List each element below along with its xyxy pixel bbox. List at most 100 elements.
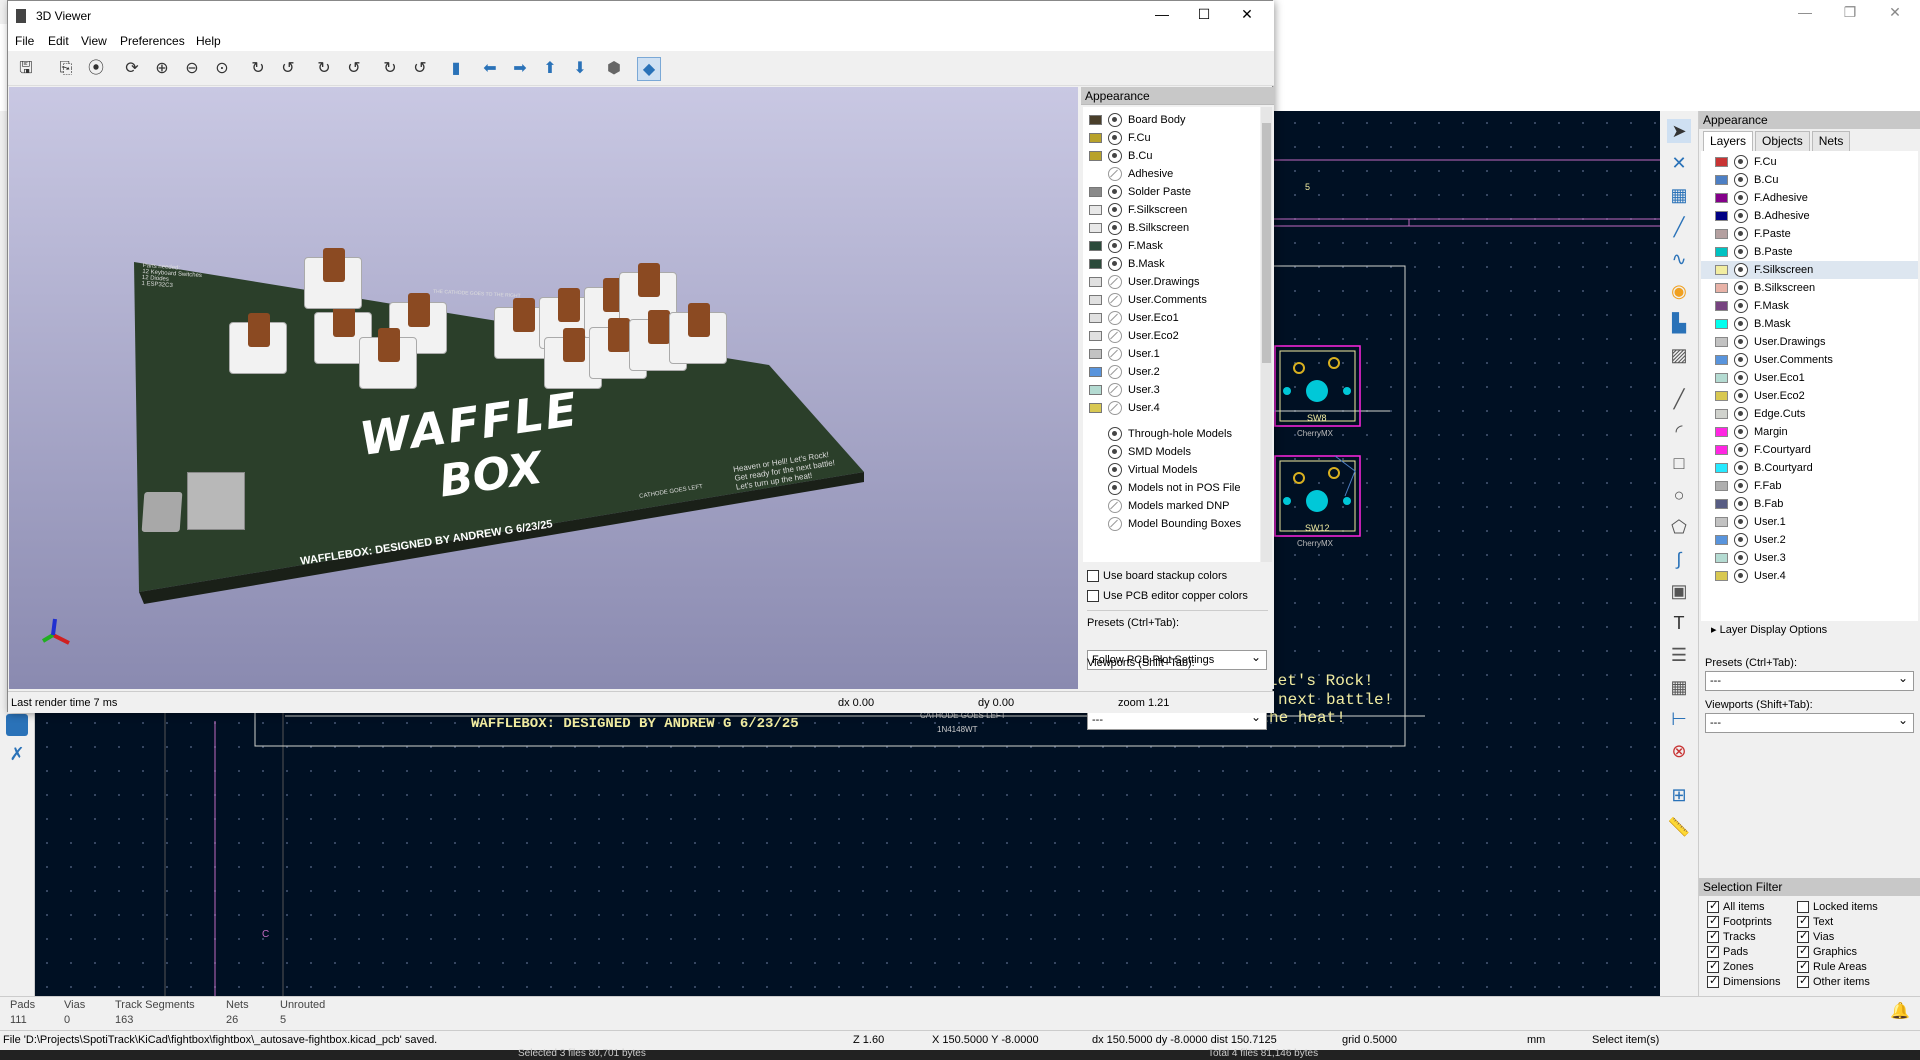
tune-length-icon[interactable]: ∿ [1667,247,1691,271]
layer-row[interactable]: User.4 [1701,567,1918,585]
rotate-y-cw-icon[interactable]: ↻ [312,57,336,81]
layer-row[interactable]: F.Cu [1701,153,1918,171]
layer-color-swatch[interactable] [1715,157,1728,167]
layer-color-swatch[interactable] [1715,517,1728,527]
layer-row[interactable]: User.1 [1701,513,1918,531]
draw-polygon-icon[interactable]: ⬠ [1667,515,1691,539]
filter-item[interactable]: Text [1797,914,1833,929]
eye-icon[interactable] [1734,335,1748,349]
viewer-layer-row[interactable]: Board Body [1089,111,1185,129]
eye-icon[interactable] [1108,221,1122,235]
layer-color-swatch[interactable] [1715,283,1728,293]
filter-item[interactable]: Rule Areas [1797,959,1867,974]
zoom-out-icon[interactable]: ⊖ [180,57,204,81]
select-arrow-icon[interactable]: ➤ [1667,119,1691,143]
viewer-layer-row[interactable]: User.1 [1089,345,1160,363]
viewer-layer-swatch[interactable] [1089,277,1102,287]
layer-row[interactable]: F.Mask [1701,297,1918,315]
viewer-layer-swatch[interactable] [1089,241,1102,251]
draw-circle-icon[interactable]: ○ [1667,483,1691,507]
viewer-layer-row[interactable]: F.Silkscreen [1089,201,1187,219]
layer-row[interactable]: B.Fab [1701,495,1918,513]
move-right-icon[interactable]: ➡ [508,57,532,81]
layer-color-swatch[interactable] [1715,535,1728,545]
eye-icon[interactable] [1734,479,1748,493]
viewer-layer-swatch[interactable] [1089,313,1102,323]
eye-icon[interactable] [1734,299,1748,313]
rotate-x-cw-icon[interactable]: ↻ [246,57,270,81]
viewer-layer-swatch[interactable] [1089,259,1102,269]
add-footprint-icon[interactable]: ▦ [1667,183,1691,207]
rotate-z-ccw-icon[interactable]: ↺ [408,57,432,81]
eye-icon[interactable] [1734,389,1748,403]
layer-color-swatch[interactable] [1715,463,1728,473]
layer-row[interactable]: B.Cu [1701,171,1918,189]
local-ratsnest-icon[interactable]: ✕ [1667,151,1691,175]
viewer-layer-row[interactable]: B.Silkscreen [1089,219,1189,237]
viewer-layer-row[interactable]: B.Cu [1089,147,1152,165]
layer-row[interactable]: User.Eco1 [1701,369,1918,387]
viewer-layer-row[interactable]: F.Mask [1089,237,1163,255]
tab-layers[interactable]: Layers [1703,131,1754,151]
eye-icon[interactable] [1108,481,1122,495]
layer-color-swatch[interactable] [1715,301,1728,311]
viewer-layer-swatch[interactable] [1089,115,1102,125]
rotate-x-ccw-icon[interactable]: ↺ [276,57,300,81]
filter-checkbox[interactable] [1707,944,1719,959]
layer-row[interactable]: F.Fab [1701,477,1918,495]
tab-nets[interactable]: Nets [1811,131,1851,151]
filter-checkbox[interactable] [1797,959,1809,974]
eye-hidden-icon[interactable] [1108,499,1122,513]
viewer-layer-row[interactable]: User.4 [1089,399,1160,417]
eye-icon[interactable] [1108,239,1122,253]
notifications-icon[interactable]: 🔔 [1890,1001,1910,1021]
viewer-layer-swatch[interactable] [1089,205,1102,215]
viewer-model-row[interactable]: Models marked DNP [1108,497,1229,515]
viewer-layer-row[interactable]: User.Eco2 [1089,327,1179,345]
viewports-select[interactable]: --- [1705,711,1914,733]
filter-checkbox[interactable] [1797,929,1809,944]
layer-color-swatch[interactable] [1715,427,1728,437]
eye-icon[interactable] [1734,515,1748,529]
layer-row[interactable]: Edge.Cuts [1701,405,1918,423]
add-zone-icon[interactable]: ▙ [1667,311,1691,335]
eye-hidden-icon[interactable] [1108,401,1122,415]
eye-icon[interactable] [1734,281,1748,295]
eye-icon[interactable] [1108,257,1122,271]
layer-row[interactable]: F.Silkscreen [1701,261,1918,279]
viewer-layer-swatch[interactable] [1089,187,1102,197]
layer-color-swatch[interactable] [1715,337,1728,347]
layer-row[interactable]: Margin [1701,423,1918,441]
layer-color-swatch[interactable] [1715,391,1728,401]
layer-color-swatch[interactable] [1715,571,1728,581]
measure-icon[interactable]: 📏 [1667,815,1691,839]
filter-checkbox[interactable] [1707,914,1719,929]
rule-area-icon[interactable]: ▨ [1667,343,1691,367]
eye-icon[interactable] [1108,445,1122,459]
filter-checkbox[interactable] [1797,944,1809,959]
menu-edit[interactable]: Edit [48,34,69,48]
viewer-model-row[interactable]: Model Bounding Boxes [1108,515,1241,533]
move-down-icon[interactable]: ⬇ [568,57,592,81]
eye-icon[interactable] [1734,551,1748,565]
eye-icon[interactable] [1734,245,1748,259]
layer-row[interactable]: User.Comments [1701,351,1918,369]
layer-color-swatch[interactable] [1715,319,1728,329]
layer-color-swatch[interactable] [1715,265,1728,275]
filter-item[interactable]: Graphics [1797,944,1857,959]
eye-icon[interactable] [1734,155,1748,169]
filter-item[interactable]: Dimensions [1707,974,1780,989]
filter-checkbox[interactable] [1707,899,1719,914]
eye-icon[interactable] [1108,149,1122,163]
layer-row[interactable]: B.Paste [1701,243,1918,261]
opt-copper-colors[interactable]: Use PCB editor copper colors [1087,590,1248,603]
eye-icon[interactable] [1108,463,1122,477]
presets-select[interactable]: --- [1705,669,1914,691]
copper-checkbox[interactable] [1087,590,1099,603]
layer-color-swatch[interactable] [1715,373,1728,383]
layer-row[interactable]: B.Mask [1701,315,1918,333]
eye-icon[interactable] [1734,371,1748,385]
add-via-icon[interactable]: ◉ [1667,279,1691,303]
viewer-layer-row[interactable]: F.Cu [1089,129,1151,147]
eye-hidden-icon[interactable] [1108,517,1122,531]
